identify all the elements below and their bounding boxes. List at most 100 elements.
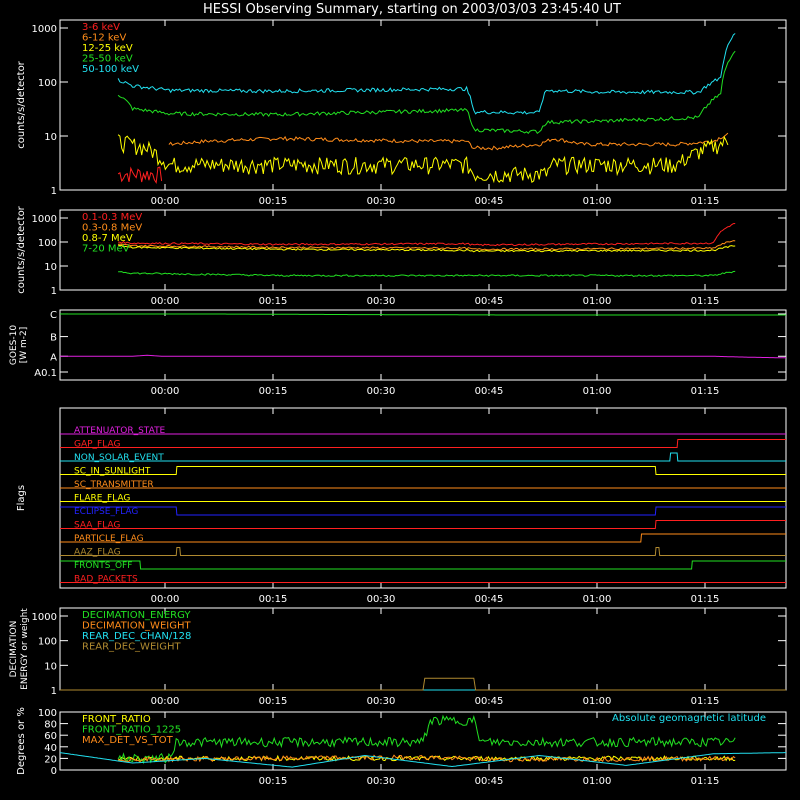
x-tick-label: 01:00 — [583, 386, 612, 397]
panel-3: 00:00 00:15 00:30 00:45 01:00 01:15 GOES-10 [W … — [9, 309, 787, 397]
flag-label: PARTICLE_FLAG — [74, 534, 144, 544]
x-tick-label: 00:30 — [367, 196, 396, 207]
y-tick-label: 0 — [51, 766, 57, 777]
y-tick-label: 10 — [44, 661, 57, 672]
x-tick-label: 00:15 — [259, 776, 288, 787]
chart-title: HESSI Observing Summary, starting on 200… — [203, 2, 621, 17]
legend-entry: DECIMATION_WEIGHT — [82, 621, 191, 632]
legend-entry: 12-25 keV — [82, 43, 133, 54]
x-tick-label: 01:15 — [691, 696, 720, 707]
legend-entry: 3-6 keV — [82, 22, 120, 33]
y-axis-label: ENERGY or weight — [20, 608, 30, 690]
x-tick-label: 01:00 — [583, 696, 612, 707]
flag-label: FLARE_FLAG — [74, 494, 130, 504]
y-tick-label: 100 — [38, 238, 57, 249]
x-tick-label: 00:15 — [259, 594, 288, 605]
x-tick-label: 00:15 — [259, 196, 288, 207]
y-axis-label: Flags — [16, 485, 27, 511]
x-tick-label: 01:15 — [691, 296, 720, 307]
flag-line — [60, 466, 786, 475]
legend-entry: DECIMATION_ENERGY — [82, 610, 191, 621]
y-tick-label: 40 — [44, 743, 57, 754]
flag-label: NON_SOLAR_EVENT — [74, 453, 164, 463]
y-tick-label: 1 — [51, 186, 57, 197]
panel-frame — [59, 309, 787, 381]
series-line — [117, 166, 163, 185]
y-tick-label: A — [50, 352, 57, 363]
x-tick-label: 00:15 — [259, 296, 288, 307]
x-tick-label: 00:00 — [151, 776, 180, 787]
series-line — [60, 313, 786, 316]
x-tick-label: 01:15 — [691, 196, 720, 207]
y-axis-label: counts/s/detector — [16, 60, 27, 148]
annotation-label: Absolute geomagnetic latitude — [612, 713, 766, 724]
legend-entry: 50-100 keV — [82, 64, 139, 75]
y-tick-label: B — [50, 333, 57, 344]
x-tick-label: 00:30 — [367, 386, 396, 397]
flag-line — [60, 560, 786, 570]
x-tick-label: 01:15 — [691, 776, 720, 787]
legend-entry: 25-50 keV — [82, 54, 133, 65]
x-tick-label: 01:15 — [691, 386, 720, 397]
legend-entry: 0.8-7 MeV — [82, 233, 133, 244]
legend-entry: FRONT_RATIO — [82, 714, 151, 725]
panel-5: 00:00 00:15 00:30 00:45 01:00 01:15 DECIMATION… — [9, 607, 787, 707]
y-axis-label: GOES-10 — [9, 325, 19, 365]
y-tick-label: 100 — [38, 78, 57, 89]
x-tick-label: 00:45 — [475, 386, 504, 397]
x-tick-label: 00:30 — [367, 594, 396, 605]
x-tick-label: 00:45 — [475, 696, 504, 707]
y-tick-label: 10 — [44, 262, 57, 273]
x-tick-label: 00:15 — [259, 386, 288, 397]
flag-line — [60, 547, 786, 556]
series-line — [118, 223, 736, 247]
series-line — [60, 677, 786, 691]
y-axis-label: counts/s/detector — [16, 205, 27, 293]
y-tick-label: 80 — [44, 720, 57, 731]
x-tick-label: 00:30 — [367, 776, 396, 787]
x-tick-label: 00:45 — [475, 196, 504, 207]
x-tick-label: 00:30 — [367, 696, 396, 707]
legend-entry: REAR_DEC_CHAN/128 — [82, 631, 191, 642]
series-line — [117, 33, 736, 115]
flag-line — [60, 452, 786, 462]
panel-4: 00:00 00:15 00:30 00:45 01:00 01:15 Flags ATTEN… — [16, 407, 787, 605]
x-tick-label: 00:15 — [259, 696, 288, 707]
series-line — [168, 132, 729, 151]
x-tick-label: 01:00 — [583, 296, 612, 307]
x-tick-label: 01:00 — [583, 594, 612, 605]
y-tick-label: 1000 — [32, 612, 57, 623]
flag-label: SAA_FLAG — [74, 521, 120, 531]
y-axis-label: Degrees or % — [16, 707, 27, 775]
panel-2: 00:00 00:15 00:30 00:45 01:00 01:15 counts/s/d… — [16, 205, 787, 307]
x-tick-label: 00:45 — [475, 296, 504, 307]
x-tick-label: 00:45 — [475, 776, 504, 787]
legend-entry: MAX_DET_VS_TOT — [82, 735, 174, 746]
legend-entry: 0.3-0.8 MeV — [82, 223, 142, 234]
y-tick-label: 1 — [51, 286, 57, 297]
flag-label: BAD_PACKETS — [74, 575, 138, 585]
panel-frame — [59, 407, 787, 589]
legend-entry: 0.1-0.3 MeV — [82, 212, 142, 223]
x-tick-label: 00:00 — [151, 296, 180, 307]
flag-label: SC_TRANSMITTER — [74, 480, 154, 490]
flag-label: ECLIPSE_FLAG — [74, 507, 138, 517]
x-tick-label: 01:15 — [691, 594, 720, 605]
y-axis-label: [W m-2] — [19, 327, 29, 364]
y-tick-label: A0.1 — [34, 368, 57, 379]
series-line — [117, 50, 736, 135]
x-tick-label: 00:45 — [475, 594, 504, 605]
y-tick-label: 100 — [38, 637, 57, 648]
y-tick-label: 20 — [44, 754, 57, 765]
x-tick-label: 00:30 — [367, 296, 396, 307]
x-tick-label: 01:00 — [583, 196, 612, 207]
flag-line — [60, 439, 786, 448]
y-tick-label: 60 — [44, 731, 57, 742]
flag-label: AAZ_FLAG — [74, 548, 121, 558]
y-tick-label: 1000 — [32, 214, 57, 225]
flag-line — [60, 520, 786, 529]
panel-6: 00:00 00:15 00:30 00:45 01:00 01:15 Degrees or… — [16, 707, 787, 787]
series-line — [118, 270, 736, 277]
y-tick-label: 1000 — [32, 24, 57, 35]
flag-line — [60, 506, 786, 516]
